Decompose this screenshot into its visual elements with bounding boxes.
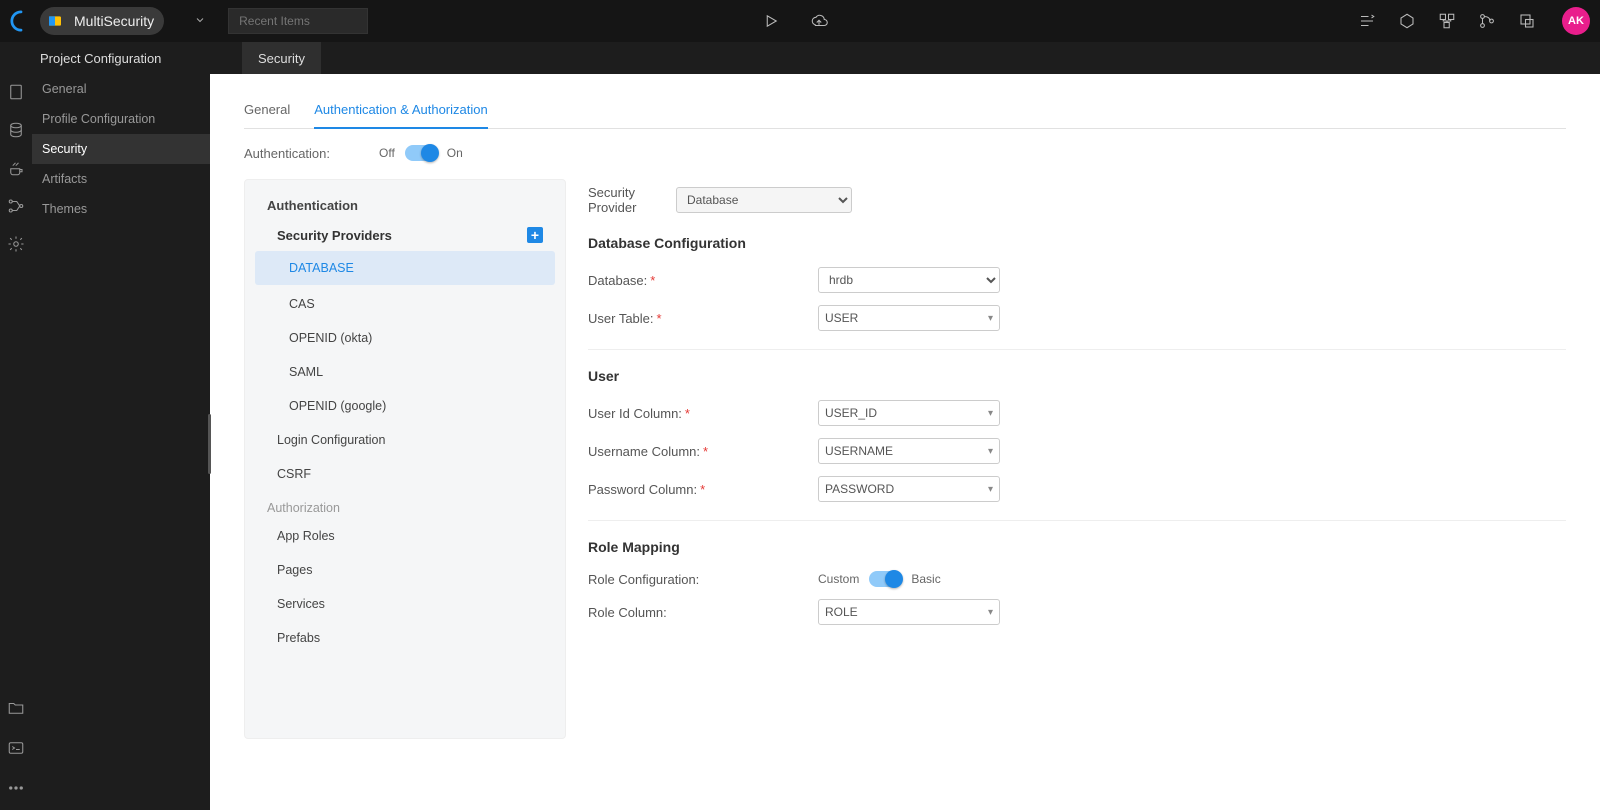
rail-database-icon[interactable] [6, 120, 26, 140]
chevron-down-icon: ▾ [988, 484, 993, 495]
chevron-down-icon: ▾ [988, 446, 993, 457]
security-provider-select[interactable]: Database [676, 187, 852, 213]
vcs-icon[interactable] [1436, 10, 1458, 32]
open-tab-security[interactable]: Security [242, 42, 321, 74]
sidebar-item-themes[interactable]: Themes [32, 194, 210, 224]
rail-apis-icon[interactable] [6, 196, 26, 216]
role-config-toggle[interactable] [869, 571, 901, 587]
authz-prefabs[interactable]: Prefabs [245, 621, 565, 655]
user-avatar[interactable]: AK [1562, 7, 1590, 35]
authentication-toggle[interactable] [405, 145, 437, 161]
rail-file-explorer-icon[interactable] [6, 698, 26, 718]
security-tabs: General Authentication & Authorization [244, 96, 1566, 129]
toolbar-icon-5[interactable] [1516, 10, 1538, 32]
auth-left-panel: Authentication Security Providers + DATA… [244, 179, 566, 739]
provider-openid-google[interactable]: OPENID (google) [245, 389, 565, 423]
sidebar-item-profile-configuration[interactable]: Profile Configuration [32, 104, 210, 134]
rail-settings-icon[interactable] [6, 234, 26, 254]
security-provider-label: Security Provider [588, 185, 676, 215]
main-content: General Authentication & Authorization A… [210, 74, 1600, 810]
security-providers-label: Security Providers [277, 228, 392, 243]
chevron-down-icon: ▾ [988, 408, 993, 419]
sidebar-item-general[interactable]: General [32, 74, 210, 104]
toggle-on-label: On [447, 146, 463, 160]
rail-pages-icon[interactable] [6, 82, 26, 102]
toggle-off-label: Off [379, 146, 395, 160]
deploy-cloud-icon[interactable] [808, 10, 830, 32]
chevron-down-icon[interactable] [194, 14, 206, 29]
tab-general[interactable]: General [244, 96, 290, 128]
provider-database[interactable]: DATABASE [255, 251, 555, 285]
user-id-label: User Id Column:* [588, 406, 818, 421]
main-layout: General Profile Configuration Security A… [0, 74, 1600, 810]
project-type-icon [44, 10, 66, 32]
username-select[interactable]: USERNAME▾ [818, 438, 1000, 464]
sidebar-resize-handle[interactable] [208, 414, 211, 474]
db-config-header: Database Configuration [588, 221, 1566, 261]
activity-rail [0, 74, 32, 810]
role-column-label: Role Column: [588, 605, 818, 620]
preview-run-icon[interactable] [760, 10, 782, 32]
role-basic-label: Basic [911, 572, 940, 586]
chevron-down-icon: ▾ [988, 607, 993, 618]
login-configuration-item[interactable]: Login Configuration [245, 423, 565, 457]
provider-cas[interactable]: CAS [245, 287, 565, 321]
provider-form: Security Provider Database Database Conf… [566, 179, 1566, 739]
project-name: MultiSecurity [74, 13, 154, 29]
tab-auth[interactable]: Authentication & Authorization [314, 96, 487, 129]
toolbar-icon-2[interactable] [1396, 10, 1418, 32]
sidebar-item-security[interactable]: Security [32, 134, 210, 164]
user-table-select[interactable]: USER▾ [818, 305, 1000, 331]
role-column-select[interactable]: ROLE▾ [818, 599, 1000, 625]
chevron-down-icon: ▾ [988, 313, 993, 324]
csrf-item[interactable]: CSRF [245, 457, 565, 491]
authz-app-roles[interactable]: App Roles [245, 519, 565, 553]
rail-more-icon[interactable] [6, 778, 26, 798]
recent-items-input[interactable] [228, 8, 368, 34]
user-header: User [588, 354, 1566, 394]
app-logo-icon [10, 10, 32, 32]
context-bar: Project Configuration Security [0, 42, 1600, 74]
role-custom-label: Custom [818, 572, 859, 586]
role-config-label: Role Configuration: [588, 572, 818, 587]
user-table-label: User Table:* [588, 311, 818, 326]
sidebar-title: Project Configuration [0, 42, 210, 74]
config-sidebar: General Profile Configuration Security A… [32, 74, 210, 810]
rail-console-icon[interactable] [6, 738, 26, 758]
authz-services[interactable]: Services [245, 587, 565, 621]
panel-auth-header: Authentication [245, 198, 565, 227]
rail-java-icon[interactable] [6, 158, 26, 178]
toolbar-icon-1[interactable] [1356, 10, 1378, 32]
provider-saml[interactable]: SAML [245, 355, 565, 389]
panel-authz-header: Authorization [245, 491, 565, 519]
add-provider-button[interactable]: + [527, 227, 543, 243]
authz-pages[interactable]: Pages [245, 553, 565, 587]
password-select[interactable]: PASSWORD▾ [818, 476, 1000, 502]
project-selector[interactable]: MultiSecurity [40, 7, 164, 35]
role-mapping-header: Role Mapping [588, 525, 1566, 565]
top-bar: MultiSecurity AK [0, 0, 1600, 42]
user-id-select[interactable]: USER_ID▾ [818, 400, 1000, 426]
provider-openid-okta[interactable]: OPENID (okta) [245, 321, 565, 355]
sidebar-item-artifacts[interactable]: Artifacts [32, 164, 210, 194]
password-label: Password Column:* [588, 482, 818, 497]
authentication-label: Authentication: [244, 146, 379, 161]
database-label: Database:* [588, 273, 818, 288]
username-label: Username Column:* [588, 444, 818, 459]
database-select[interactable]: hrdb [818, 267, 1000, 293]
branch-icon[interactable] [1476, 10, 1498, 32]
